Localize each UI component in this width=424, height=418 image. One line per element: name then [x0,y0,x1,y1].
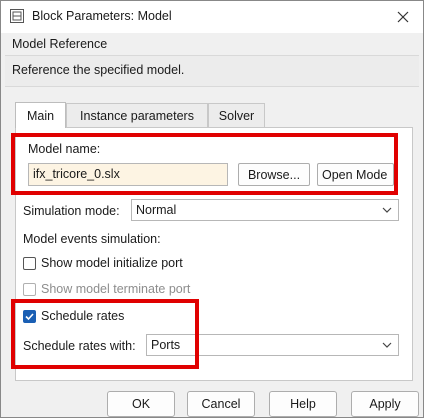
highlight-model-name [11,133,398,195]
tab-label: Solver [218,108,255,123]
chevron-down-icon [382,342,392,348]
show-init-port-label: Show model initialize port [41,256,183,270]
cancel-button[interactable]: Cancel [187,391,255,417]
close-button[interactable] [389,5,417,29]
tab-solver[interactable]: Solver [208,103,265,127]
chevron-down-icon [382,207,392,213]
ok-button[interactable]: OK [107,391,175,417]
simulink-block-icon [10,9,24,23]
tab-main[interactable]: Main [15,102,66,128]
simulation-mode-select[interactable]: Normal [131,199,399,221]
model-events-label: Model events simulation: [23,232,161,246]
show-term-port-label: Show model terminate port [41,282,191,296]
tab-label: Main [26,108,55,123]
window-title: Block Parameters: Model [32,9,172,23]
simulation-mode-value: Normal [136,203,177,217]
show-term-port-checkbox[interactable] [23,283,36,296]
dialog-window: Block Parameters: Model Model Reference … [0,0,424,418]
help-button[interactable]: Help [269,391,337,417]
simulation-mode-label: Simulation mode: [23,204,120,218]
tab-label: Instance parameters [80,108,194,123]
tab-instance-parameters[interactable]: Instance parameters [66,103,208,127]
group-title: Model Reference [12,37,108,51]
group-description: Reference the specified model. [12,63,185,77]
show-init-port-checkbox[interactable] [23,257,36,270]
title-bar: Block Parameters: Model [1,1,423,33]
close-icon [397,11,409,23]
highlight-schedule-rates [11,299,199,369]
apply-button[interactable]: Apply [351,391,419,417]
